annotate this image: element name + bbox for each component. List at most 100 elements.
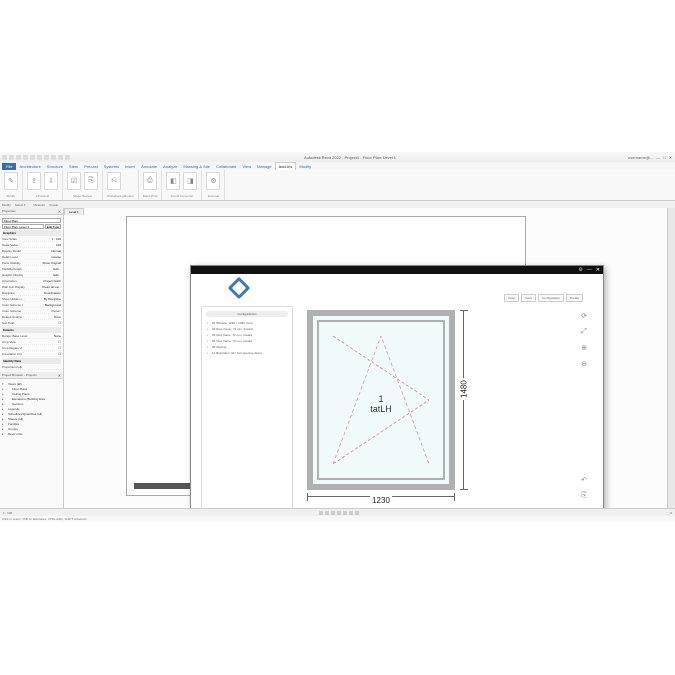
ribbon-tab[interactable]: Analyze: [160, 163, 180, 170]
zoom-out-icon[interactable]: ⊖: [579, 360, 589, 370]
qat-btn[interactable]: [9, 155, 14, 160]
file-tab[interactable]: File: [2, 163, 16, 170]
refresh-icon[interactable]: ⟳: [579, 312, 589, 322]
view-tab[interactable]: Level 1: [64, 208, 84, 215]
vc-icon[interactable]: [331, 511, 335, 515]
ribbon-tab[interactable]: Massing & Site: [180, 163, 213, 170]
ribbon-tab[interactable]: Insert: [122, 163, 138, 170]
qat-btn[interactable]: [51, 155, 56, 160]
qat-btn[interactable]: [16, 155, 21, 160]
property-value[interactable]: By Discipline: [44, 297, 61, 301]
property-value[interactable]: Project North: [43, 279, 61, 283]
options-bar-item[interactable]: Create: [49, 203, 58, 207]
vc-icon[interactable]: [337, 511, 341, 515]
options-bar-item[interactable]: Modify: [2, 203, 11, 207]
qat-btn[interactable]: [2, 155, 7, 160]
ribbon-button[interactable]: ⎙: [143, 172, 157, 190]
view-scale[interactable]: 1 : 100: [3, 511, 12, 515]
qat-btn[interactable]: [65, 155, 70, 160]
property-value[interactable]: ☐: [58, 352, 61, 356]
ribbon-tab[interactable]: View: [239, 163, 254, 170]
config-tree[interactable]: Configurations 01 Window, 1230 x 1480 (m…: [201, 306, 293, 508]
options-bar-item[interactable]: Select ▾: [15, 203, 26, 207]
qat-btn[interactable]: [37, 155, 42, 160]
property-value[interactable]: ☐: [58, 340, 61, 344]
properties-header[interactable]: Properties ✕: [0, 208, 63, 215]
ribbon-button[interactable]: ◨: [183, 172, 197, 190]
options-bar-item[interactable]: Measure: [34, 203, 46, 207]
property-value[interactable]: ☐: [58, 346, 61, 350]
vc-icon[interactable]: [343, 511, 347, 515]
property-value[interactable]: ☐: [58, 321, 61, 325]
close-icon[interactable]: ✕: [58, 209, 61, 214]
copy-icon[interactable]: ⎘: [579, 492, 589, 502]
ribbon-button[interactable]: ⚙: [206, 172, 220, 190]
ribbon-button[interactable]: ☑: [67, 172, 81, 190]
property-value[interactable]: None: [54, 334, 61, 338]
vc-icon[interactable]: [319, 511, 323, 515]
properties-help[interactable]: Properties help: [2, 365, 22, 369]
property-value[interactable]: Clean all wa...: [42, 285, 61, 289]
ribbon-tab[interactable]: Architecture: [16, 163, 43, 170]
instance-selector[interactable]: Floor Plan: Level 1: [2, 224, 44, 229]
qat-btn[interactable]: [30, 155, 35, 160]
dialog-button[interactable]: Configuration: [538, 294, 564, 302]
view-scrollbar[interactable]: [667, 208, 675, 508]
minimize-button[interactable]: —: [656, 155, 660, 160]
quick-access-toolbar[interactable]: [0, 155, 72, 160]
zoom-in-icon[interactable]: ⊕: [579, 344, 589, 354]
vc-icon[interactable]: [349, 511, 353, 515]
close-button[interactable]: ✕: [669, 155, 672, 160]
project-browser-header[interactable]: Project Browser - Project1 ✕: [0, 372, 63, 379]
ribbon-button[interactable]: ⎌: [107, 172, 121, 190]
ribbon-tab[interactable]: Manage: [254, 163, 274, 170]
property-row[interactable]: Annotation Cro☐: [2, 351, 61, 357]
property-value[interactable]: <none>: [51, 309, 61, 313]
ribbon-button[interactable]: ✎: [4, 172, 18, 190]
ribbon-tab[interactable]: Systems: [101, 163, 122, 170]
ribbon-tab[interactable]: Collaborate: [213, 163, 239, 170]
property-value[interactable]: Coordination: [44, 291, 61, 295]
property-value[interactable]: None: [54, 315, 61, 319]
drawing-canvas[interactable]: Level 1 ⚙ — ✕ OpenSaveConfigurationCreat…: [64, 208, 667, 508]
dialog-button[interactable]: Open: [504, 294, 519, 302]
expand-icon[interactable]: ⤢: [579, 328, 589, 338]
property-value[interactable]: Background: [45, 303, 61, 307]
property-value[interactable]: 1 : 100: [52, 237, 61, 241]
dialog-button[interactable]: Create: [566, 294, 583, 302]
minimize-icon[interactable]: —: [587, 267, 592, 273]
qat-btn[interactable]: [44, 155, 49, 160]
vc-icon[interactable]: [325, 511, 329, 515]
edit-type-button[interactable]: Edit Type: [45, 224, 61, 229]
property-value[interactable]: Show Original: [42, 261, 61, 265]
ribbon-tab[interactable]: Precast: [81, 163, 101, 170]
ribbon-button[interactable]: ◧: [166, 172, 180, 190]
ribbon-button[interactable]: ⇪: [27, 172, 41, 190]
undo-icon[interactable]: ↶: [579, 476, 589, 486]
ribbon-button[interactable]: ⎘: [84, 172, 98, 190]
maximize-button[interactable]: □: [663, 155, 665, 160]
settings-icon[interactable]: ⚙: [578, 267, 582, 273]
property-row[interactable]: Sun Path☐: [2, 320, 61, 326]
property-value[interactable]: Edit...: [53, 267, 61, 271]
ribbon-tab[interactable]: Add-Ins: [275, 162, 297, 170]
user-menu[interactable]: username@...: [628, 155, 653, 160]
vc-icon[interactable]: [355, 511, 359, 515]
ribbon-tab[interactable]: Modify: [296, 163, 314, 170]
window-frame[interactable]: 1 tatLH: [307, 310, 455, 490]
ribbon-tab[interactable]: Structure: [44, 163, 66, 170]
qat-btn[interactable]: [23, 155, 28, 160]
qat-btn[interactable]: [58, 155, 63, 160]
type-selector[interactable]: Floor Plan: [2, 218, 61, 223]
property-value[interactable]: 100: [56, 243, 61, 247]
close-icon[interactable]: ✕: [58, 373, 61, 378]
dialog-title-bar[interactable]: ⚙ — ✕: [191, 266, 603, 274]
ribbon-tab[interactable]: Annotate: [138, 163, 160, 170]
ribbon-button[interactable]: ⇩: [44, 172, 58, 190]
property-value[interactable]: Normal: [51, 249, 61, 253]
dialog-button[interactable]: Save: [521, 294, 536, 302]
close-icon[interactable]: ✕: [596, 267, 600, 273]
browser-node[interactable]: Revit Links: [2, 431, 61, 436]
ribbon-tab[interactable]: Steel: [66, 163, 81, 170]
property-value[interactable]: Edit...: [53, 273, 61, 277]
